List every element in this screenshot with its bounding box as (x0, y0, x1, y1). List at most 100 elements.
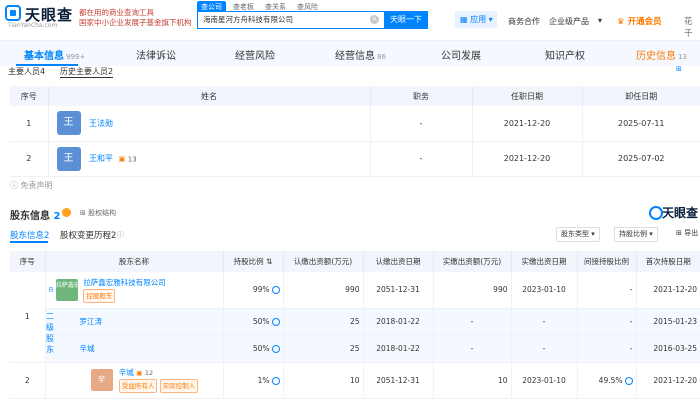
indirect-cell: - (577, 272, 637, 309)
controlling-tag: 控股股东 (83, 288, 116, 303)
subscribed-date-cell: 2051-12-31 (363, 362, 434, 399)
shareholder-info: 辛城 ▣ 12 受益所有人 实际控制人 (118, 367, 199, 393)
chevron-down-icon: ▾ (598, 16, 603, 25)
shareholder-name-link[interactable]: 辛城 (80, 344, 95, 353)
subscribed-date-cell: 2018-01-22 (363, 308, 434, 335)
subscribed-cell: 990 (283, 272, 364, 309)
avatar[interactable]: 辛 (90, 369, 113, 391)
tab-count: 13 (678, 53, 687, 61)
person-name-link[interactable]: 王法勋 (89, 119, 113, 128)
section-count: 2 (53, 211, 61, 222)
main-tabs: 基本信息 999+ 法律诉讼 经营风险 经营信息 86 公司发展 知识产权 历史信息… (0, 40, 700, 66)
person-cell: 王 王法勋 (48, 106, 371, 142)
tianyancha-logo-icon[interactable] (5, 5, 21, 21)
row-number: 2 (10, 141, 49, 177)
avatar[interactable]: 王 (56, 146, 81, 171)
filter-label: 持股比例 (619, 230, 647, 238)
col-header: 持股比例 ⇅ (223, 251, 284, 272)
logo-url: TianYanCha.com (8, 22, 58, 29)
tab-operation[interactable]: 经营信息 86 (335, 47, 386, 62)
paid-cell: - (433, 308, 512, 335)
company-count[interactable]: 12 (145, 369, 153, 377)
subtab-key-personnel[interactable]: 主要人员4 (8, 66, 45, 77)
shareholder-name-link[interactable]: 罗江涛 (80, 317, 103, 326)
company-avatar[interactable]: 拉萨鑫宏 (55, 278, 80, 301)
col-header: 任职日期 (472, 86, 583, 106)
top-header: 天眼查 TianYanCha.com 都在用的商业查询工具 国家中小企业发展子基… (0, 0, 700, 40)
col-header: 认缴出资额(万元) (283, 251, 364, 272)
paid-date-cell: 2023-01-10 (511, 362, 578, 399)
tab-equity-history[interactable]: 股权变更历程2 (60, 229, 116, 241)
controller-tag: 实际控制人 (159, 379, 199, 393)
first-date-cell: 2016-03-25 (636, 334, 700, 363)
person-name-link[interactable]: 王和平 (89, 154, 113, 163)
person-cell: 王 王和平 ▣ 13 (48, 141, 371, 177)
col-header: 职务 (370, 86, 473, 106)
table-row: 1 王 王法勋 - 2021-12-20 2025-07-11 (10, 106, 700, 142)
first-date-cell: 2015-01-23 (636, 308, 700, 335)
header-label: 持股比例 (233, 257, 264, 266)
end-date-cell: 2025-07-02 (582, 141, 700, 177)
penetration-icon[interactable] (624, 376, 633, 385)
active-subtab-underline (10, 241, 48, 243)
col-header: 实缴出资额(万元) (433, 251, 512, 272)
tab-label: 基本信息 (24, 51, 64, 62)
user-name[interactable]: 花千 (684, 15, 700, 39)
help-icon[interactable]: ⓘ (117, 230, 124, 240)
company-count[interactable]: 13 (128, 155, 137, 163)
col-header: 首次持股日期 (636, 251, 700, 272)
tab-risk[interactable]: 经营风险 (235, 47, 275, 62)
col-header: 间接持股比例 (577, 251, 637, 272)
ratio-cell: 50% (223, 334, 284, 363)
tab-history[interactable]: 历史信息 13 (636, 47, 687, 62)
subtab-history-personnel[interactable]: 历史主要人员2 (60, 66, 114, 78)
start-date-cell: 2021-12-20 (472, 106, 583, 142)
tab-ip[interactable]: 知识产权 (545, 47, 585, 62)
penetration-icon[interactable] (271, 286, 280, 295)
tab-basic-info[interactable]: 基本信息 999+ (24, 47, 85, 62)
table-row: 罗江涛 50% 25 2018-01-22 - - - 2015-01-23 (10, 308, 700, 335)
col-header: 姓名 (48, 86, 371, 106)
search-button[interactable]: 天眼一下 (384, 11, 428, 29)
tab-shareholders[interactable]: 股东信息2 (10, 229, 49, 241)
nav-enterprise[interactable]: 企业级产品 (549, 16, 589, 27)
disclaimer-text: 免责声明 (20, 181, 53, 190)
tab-count: 86 (377, 53, 386, 61)
slogan-prefix: 都在用的商业查询工具 (79, 8, 154, 17)
col-header: 卸任日期 (582, 86, 700, 106)
export-icon[interactable]: ⊞ (676, 65, 682, 73)
shareholder-info: 拉萨鑫宏雅科技有限公司 控股股东 (83, 277, 166, 303)
shareholder-type-filter[interactable]: 股东类型 ▾ (556, 227, 600, 242)
ratio-cell: 1% (223, 362, 284, 399)
penetration-icon[interactable] (271, 317, 280, 326)
vip-button[interactable]: ♛ 开通会员 (617, 15, 662, 27)
first-date-cell: 2021-12-20 (636, 362, 700, 399)
avatar[interactable]: 王 (56, 111, 81, 136)
ratio-filter[interactable]: 持股比例 ▾ (614, 227, 658, 242)
subscribed-cell: 25 (283, 334, 364, 363)
app-menu-button[interactable]: ▦ 应用 ▾ (455, 11, 497, 28)
table-row: 2 王 王和平 ▣ 13 - 2021-12-20 2025-07-02 (10, 141, 700, 177)
penetration-icon[interactable] (271, 376, 280, 385)
penetration-icon[interactable] (271, 344, 280, 353)
sort-icon[interactable]: ⇅ (266, 257, 272, 266)
second-level-label: 二级股东 (46, 312, 54, 354)
nav-business[interactable]: 商务合作 (508, 16, 540, 27)
warning-icon (62, 208, 71, 217)
subscribed-date-cell: 2051-12-31 (363, 272, 434, 309)
tab-label: 经营信息 (335, 51, 375, 62)
tab-label: 法律诉讼 (136, 51, 176, 62)
tab-legal[interactable]: 法律诉讼 (136, 47, 176, 62)
shareholder-name-link[interactable]: 拉萨鑫宏雅科技有限公司 (83, 278, 166, 287)
disclaimer-link[interactable]: ⓘ 免责声明 (10, 180, 53, 191)
shareholder-cell: ⊟ 拉萨鑫宏 拉萨鑫宏雅科技有限公司 控股股东 (45, 272, 224, 309)
search-input[interactable]: 海南星河方舟科技有限公司 (197, 11, 384, 29)
paid-date-cell: - (511, 308, 578, 335)
clear-icon[interactable]: × (370, 15, 379, 24)
export-button[interactable]: ⊞ 导出 (672, 227, 700, 242)
shareholder-name-link[interactable]: 辛城 (119, 368, 134, 377)
tab-development[interactable]: 公司发展 (441, 47, 481, 62)
collapse-icon[interactable]: ⊟ (49, 286, 54, 293)
equity-structure-link[interactable]: ⊞ 股权结构 (80, 208, 116, 218)
tab-count: 999+ (66, 53, 86, 61)
